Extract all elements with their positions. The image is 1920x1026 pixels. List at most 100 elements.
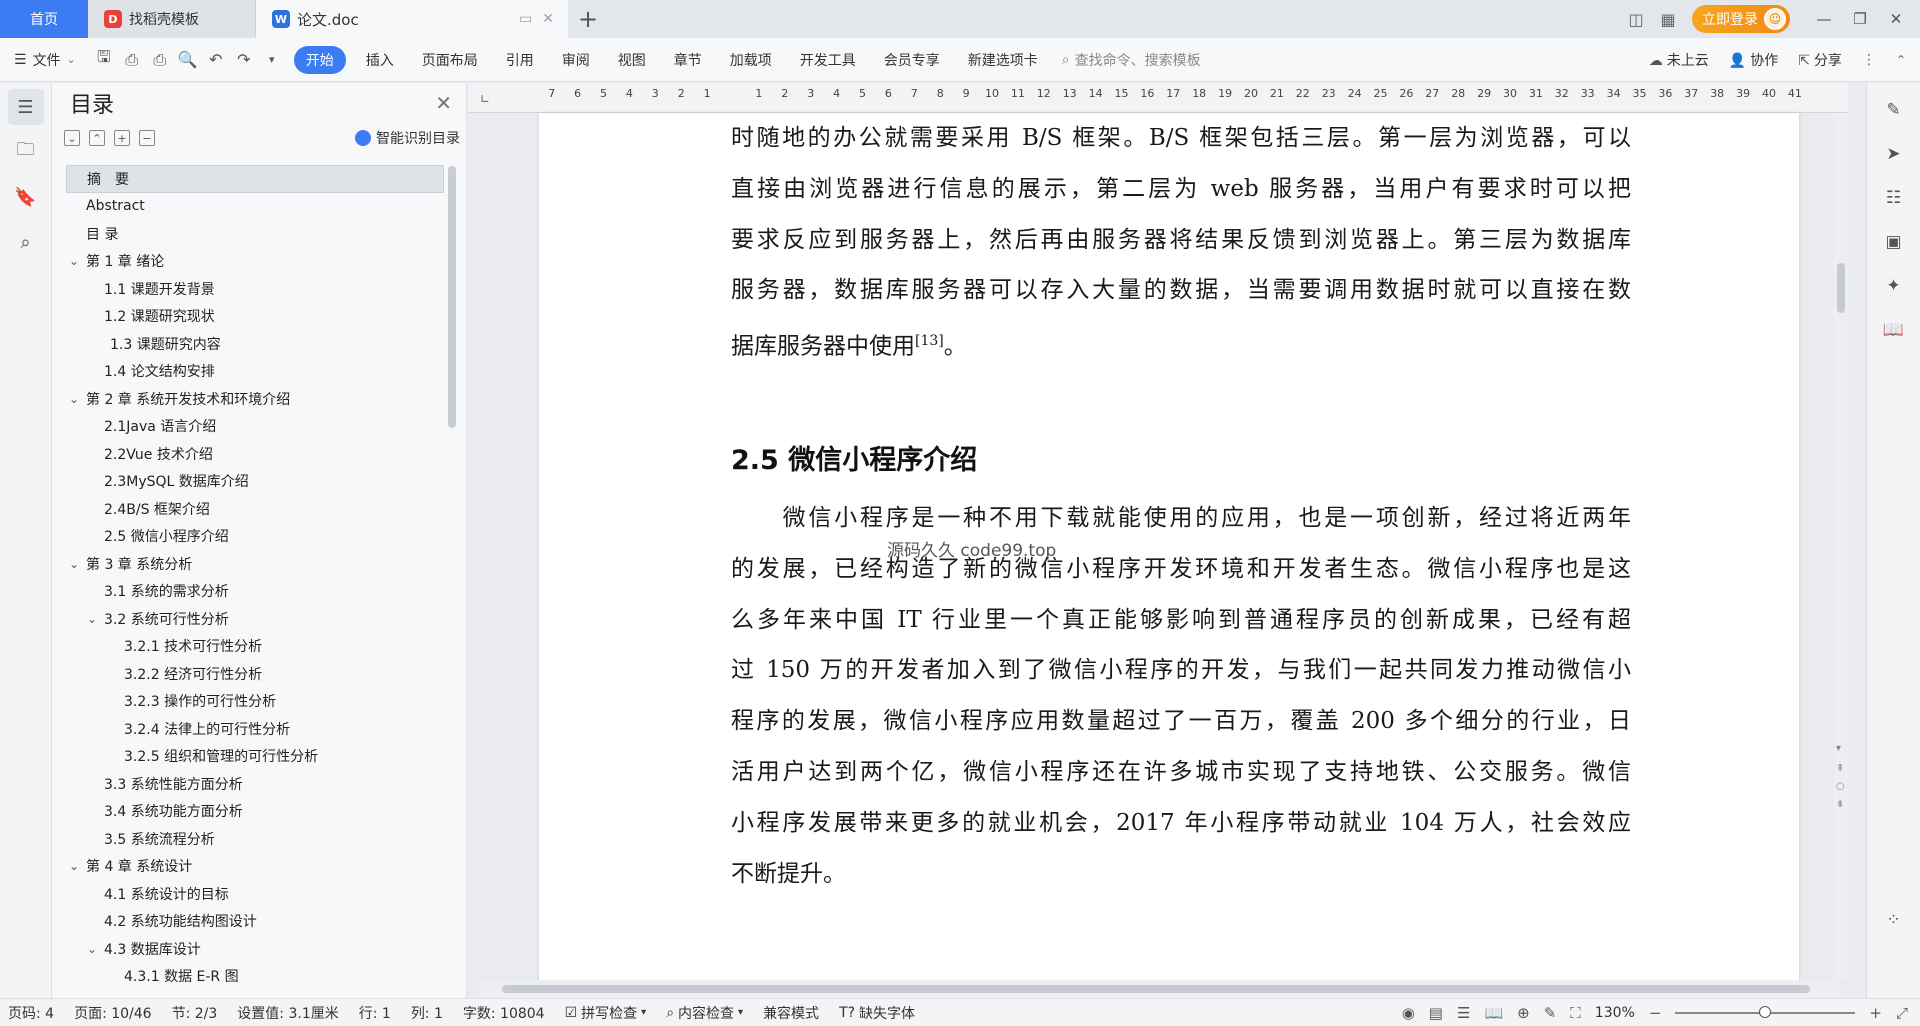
horizontal-scrollbar[interactable] (480, 980, 1840, 998)
toc-item[interactable]: ⌄ 第 1 章 绪论 (66, 248, 444, 276)
tab-template[interactable]: D 找稻壳模板 (88, 0, 256, 38)
toc-item[interactable]: ⌄ 第 2 章 系统开发技术和环境介绍 (66, 385, 444, 413)
redo-icon[interactable]: ↷ (232, 48, 256, 72)
print-preview-icon[interactable]: 🔍 (176, 48, 200, 72)
close-window-icon[interactable]: ✕ (1878, 0, 1914, 38)
toc-panel-icon[interactable]: ☰ (7, 89, 44, 125)
close-tab-icon[interactable]: ✕ (542, 11, 554, 27)
prev-page-icon[interactable]: ⇞ (1836, 763, 1844, 774)
horizontal-ruler[interactable]: ∟ 7 6 5 4 3 2 1 1 2 3 4 5 6 7 8 9 10 11 12 13 14 15 16 17 18 19 20… (468, 83, 1848, 113)
tab-home[interactable]: 首页 (0, 0, 88, 38)
read-view-icon[interactable]: 📖 (1484, 1004, 1503, 1022)
menu-item-10[interactable]: 新建选项卡 (954, 46, 1052, 74)
toc-item[interactable]: 4.3.1 数据 E-R 图 (66, 963, 444, 991)
screen-icon[interactable]: ▭ (519, 11, 532, 27)
toc-item[interactable]: 3.2.5 组织和管理的可行性分析 (66, 743, 444, 771)
quick-access-more-icon[interactable]: ▾ (260, 48, 284, 72)
bookmark-icon[interactable]: 🔖 (8, 179, 44, 215)
toc-item[interactable]: ⌄ 3.2 系统可行性分析 (66, 605, 444, 633)
select-browse-icon[interactable]: ○ (1836, 781, 1845, 792)
toc-item[interactable]: ⌄ 第 3 章 系统分析 (66, 550, 444, 578)
section-nav-icon[interactable]: 🗀 (8, 134, 44, 170)
toc-item[interactable]: 1.3 课题研究内容 (66, 330, 444, 358)
cloud-button[interactable]: ☁ 未上云 (1649, 50, 1709, 70)
chevron-down-icon[interactable]: ⌄ (66, 392, 82, 406)
toc-item[interactable]: 摘 要 (66, 165, 444, 193)
menu-item-7[interactable]: 加载项 (716, 46, 786, 74)
missing-font-button[interactable]: T? 缺失字体 (839, 1003, 915, 1023)
toc-item[interactable]: 3.2.4 法律上的可行性分析 (66, 715, 444, 743)
apps-grid-icon[interactable]: ▦ (1652, 6, 1684, 32)
tab-document[interactable]: W 论文.doc ▭ ✕ (256, 0, 568, 38)
more-tools-icon[interactable]: ⁘ (1879, 905, 1909, 935)
zoom-in-icon[interactable]: + (1869, 1004, 1882, 1022)
toc-item[interactable]: 1.2 课题研究现状 (66, 303, 444, 331)
toc-item[interactable]: 2.5 微信小程序介绍 (66, 523, 444, 551)
remove-heading-icon[interactable]: − (139, 130, 155, 146)
menu-item-5[interactable]: 视图 (604, 46, 660, 74)
toc-item[interactable]: 2.2Vue 技术介绍 (66, 440, 444, 468)
undo-icon[interactable]: ↶ (204, 48, 228, 72)
zoom-level[interactable]: 130% (1595, 1005, 1635, 1021)
toc-item[interactable]: ⌄ 第 4 章 系统设计 (66, 853, 444, 881)
toc-item[interactable]: 4.2 系统功能结构图设计 (66, 908, 444, 936)
toc-item[interactable]: Abstract (66, 193, 444, 221)
scroll-down-icon[interactable]: ▾ (1836, 743, 1841, 754)
fit-page-icon[interactable]: ⛶ (1570, 1004, 1581, 1022)
expand-all-icon[interactable]: ⌄ (64, 130, 80, 146)
menu-item-2[interactable]: 页面布局 (408, 46, 492, 74)
chevron-down-icon[interactable]: ⌄ (84, 942, 100, 956)
export-pdf-icon[interactable]: ⎙ (120, 48, 144, 72)
vertical-scrollbar[interactable]: ▾ ⇞ ○ ⇟ (1834, 113, 1848, 980)
write-view-icon[interactable]: ✎ (1544, 1004, 1557, 1022)
toc-item[interactable]: 3.2.1 技术可行性分析 (66, 633, 444, 661)
login-button[interactable]: 立即登录 ☺ (1692, 5, 1790, 33)
collapse-ribbon-icon[interactable]: ⌃ (1896, 53, 1906, 67)
collab-button[interactable]: 👤 协作 (1729, 50, 1778, 70)
chevron-down-icon[interactable]: ⌄ (66, 557, 82, 571)
fullscreen-icon[interactable]: ⤢ (1896, 1004, 1908, 1022)
document-page[interactable]: 时随地的办公就需要采用 B/S 框架。B/S 框架包括三层。第一层为浏览器，可以… (539, 113, 1799, 980)
command-search[interactable]: ⌕ 查找命令、搜索模板 (1062, 50, 1201, 70)
toc-item[interactable]: 1.4 论文结构安排 (66, 358, 444, 386)
find-icon[interactable]: ⌕ (8, 224, 44, 260)
menu-item-1[interactable]: 插入 (352, 46, 408, 74)
restore-icon[interactable]: ❐ (1842, 0, 1878, 38)
zoom-out-icon[interactable]: − (1649, 1004, 1662, 1022)
eye-protect-icon[interactable]: ◉ (1402, 1004, 1415, 1022)
chevron-down-icon[interactable]: ⌄ (66, 859, 82, 873)
save-icon[interactable]: 🖫 (92, 47, 116, 72)
toc-item[interactable]: 2.1Java 语言介绍 (66, 413, 444, 441)
toc-item[interactable]: 2.4B/S 框架介绍 (66, 495, 444, 523)
chevron-down-icon[interactable]: ⌄ (84, 612, 100, 626)
tab-stop-icon[interactable]: ∟ (480, 92, 490, 106)
next-page-icon[interactable]: ⇟ (1836, 799, 1844, 810)
toc-item[interactable]: 目 录 (66, 220, 444, 248)
minimize-icon[interactable]: — (1806, 0, 1842, 38)
share-button[interactable]: ⇱ 分享 (1798, 50, 1842, 70)
toc-scrollbar[interactable] (448, 166, 456, 428)
file-menu[interactable]: ☰ 文件 ⌄ (14, 50, 76, 70)
toc-item[interactable]: 4.1 系统设计的目标 (66, 880, 444, 908)
menu-item-3[interactable]: 引用 (492, 46, 548, 74)
toc-item[interactable]: 1.1 课题开发背景 (66, 275, 444, 303)
pointer-icon[interactable]: ➤ (1879, 139, 1909, 169)
content-check-button[interactable]: ⌕ 内容检查 ▾ (666, 1003, 743, 1023)
zoom-slider-knob[interactable] (1759, 1005, 1772, 1018)
toc-item[interactable]: 3.5 系统流程分析 (66, 825, 444, 853)
toc-item[interactable]: 3.1 系统的需求分析 (66, 578, 444, 606)
sliders-icon[interactable]: ☷ (1879, 183, 1909, 213)
spell-check-button[interactable]: ☑ 拼写检查 ▾ (565, 1003, 647, 1023)
toc-item[interactable]: 3.4 系统功能方面分析 (66, 798, 444, 826)
layout-icon[interactable]: ◫ (1620, 6, 1652, 32)
image-edit-icon[interactable]: ▣ (1879, 227, 1909, 257)
outline-view-icon[interactable]: ☰ (1457, 1004, 1470, 1022)
menu-item-9[interactable]: 会员专享 (870, 46, 954, 74)
toc-item[interactable]: ⌄ 4.3 数据库设计 (66, 935, 444, 963)
horizontal-scroll-thumb[interactable] (502, 985, 1810, 993)
collapse-all-icon[interactable]: ⌃ (89, 130, 105, 146)
page-view-icon[interactable]: ▤ (1429, 1004, 1443, 1022)
toc-item[interactable]: 2.3MySQL 数据库介绍 (66, 468, 444, 496)
web-view-icon[interactable]: ⊕ (1517, 1004, 1530, 1022)
smart-toc-button[interactable]: 智能识别目录 (355, 128, 460, 148)
